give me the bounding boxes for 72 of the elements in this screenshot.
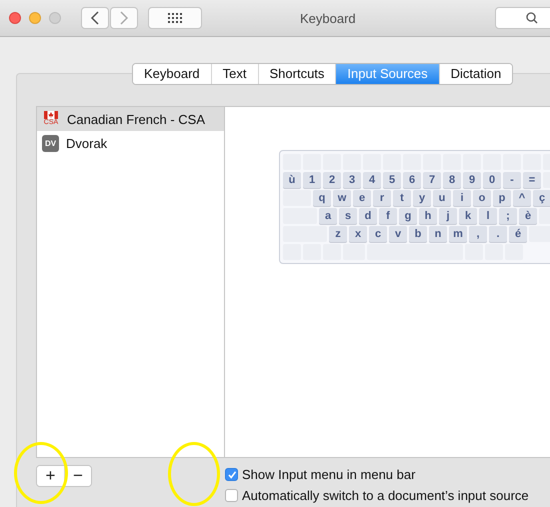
keycap: w [333,190,351,206]
keycap: 1 [303,172,321,188]
highlight-circle [168,442,220,506]
keycap: ; [499,208,517,224]
input-source-item[interactable]: DV Dvorak [37,131,224,155]
keycap: é [509,226,527,242]
blank-keycap [323,244,341,260]
keycap: - [503,172,521,188]
blank-keycap [343,244,365,260]
keycap: 0 [483,172,501,188]
blank-keycap [283,226,327,242]
keycap: r [373,190,391,206]
chevron-right-icon [119,11,129,25]
keycap: l [479,208,497,224]
keycap: t [393,190,411,206]
tab[interactable]: Keyboard [133,64,212,84]
remove-button[interactable]: − [64,466,91,486]
layout-badge-icon: DV [42,134,59,152]
keycap: e [353,190,371,206]
keycap: 7 [423,172,441,188]
keycap: z [329,226,347,242]
keycap: i [453,190,471,206]
keycap: m [449,226,467,242]
search-icon [526,12,538,24]
keycap: 2 [323,172,341,188]
keycap: f [379,208,397,224]
keycap: è [519,208,537,224]
keycap: o [473,190,491,206]
keycap: . [489,226,507,242]
keycap: n [429,226,447,242]
keycap: y [413,190,431,206]
window-title: Keyboard [300,11,356,26]
keycap: 9 [463,172,481,188]
keycap: s [339,208,357,224]
keycap: ù [283,172,301,188]
keycap: x [349,226,367,242]
keycap: ^ [513,190,531,206]
keycap: h [419,208,437,224]
checkbox[interactable] [225,468,238,481]
blank-keycap [505,244,523,260]
close-button[interactable] [9,12,21,24]
back-button[interactable] [81,7,109,29]
blank-keycap [465,244,483,260]
keycap: , [469,226,487,242]
blank-keycap [485,244,503,260]
keycap: 4 [363,172,381,188]
keycap: 3 [343,172,361,188]
keycap: u [433,190,451,206]
keycap: a [319,208,337,224]
keycap: 8 [443,172,461,188]
blank-keycap [283,208,317,224]
checkbox-label: Show Input menu in menu bar [242,467,416,482]
keycap: p [493,190,511,206]
keycap: b [409,226,427,242]
grid-icon [167,12,183,24]
keycap: j [439,208,457,224]
keycap: v [389,226,407,242]
keycap: = [523,172,541,188]
keycap: q [313,190,331,206]
keycap: ç [533,190,550,206]
keycap: 6 [403,172,421,188]
keycap: c [369,226,387,242]
keycap: k [459,208,477,224]
checkbox-label: Automatically switch to a document’s input source [242,488,529,503]
chevron-left-icon [90,11,100,25]
show-all-button[interactable] [148,7,202,29]
checkbox[interactable] [225,489,238,502]
highlight-circle [14,442,68,504]
blank-keycap [283,190,311,206]
keycap: 5 [383,172,401,188]
keycap: g [399,208,417,224]
keycap: d [359,208,377,224]
